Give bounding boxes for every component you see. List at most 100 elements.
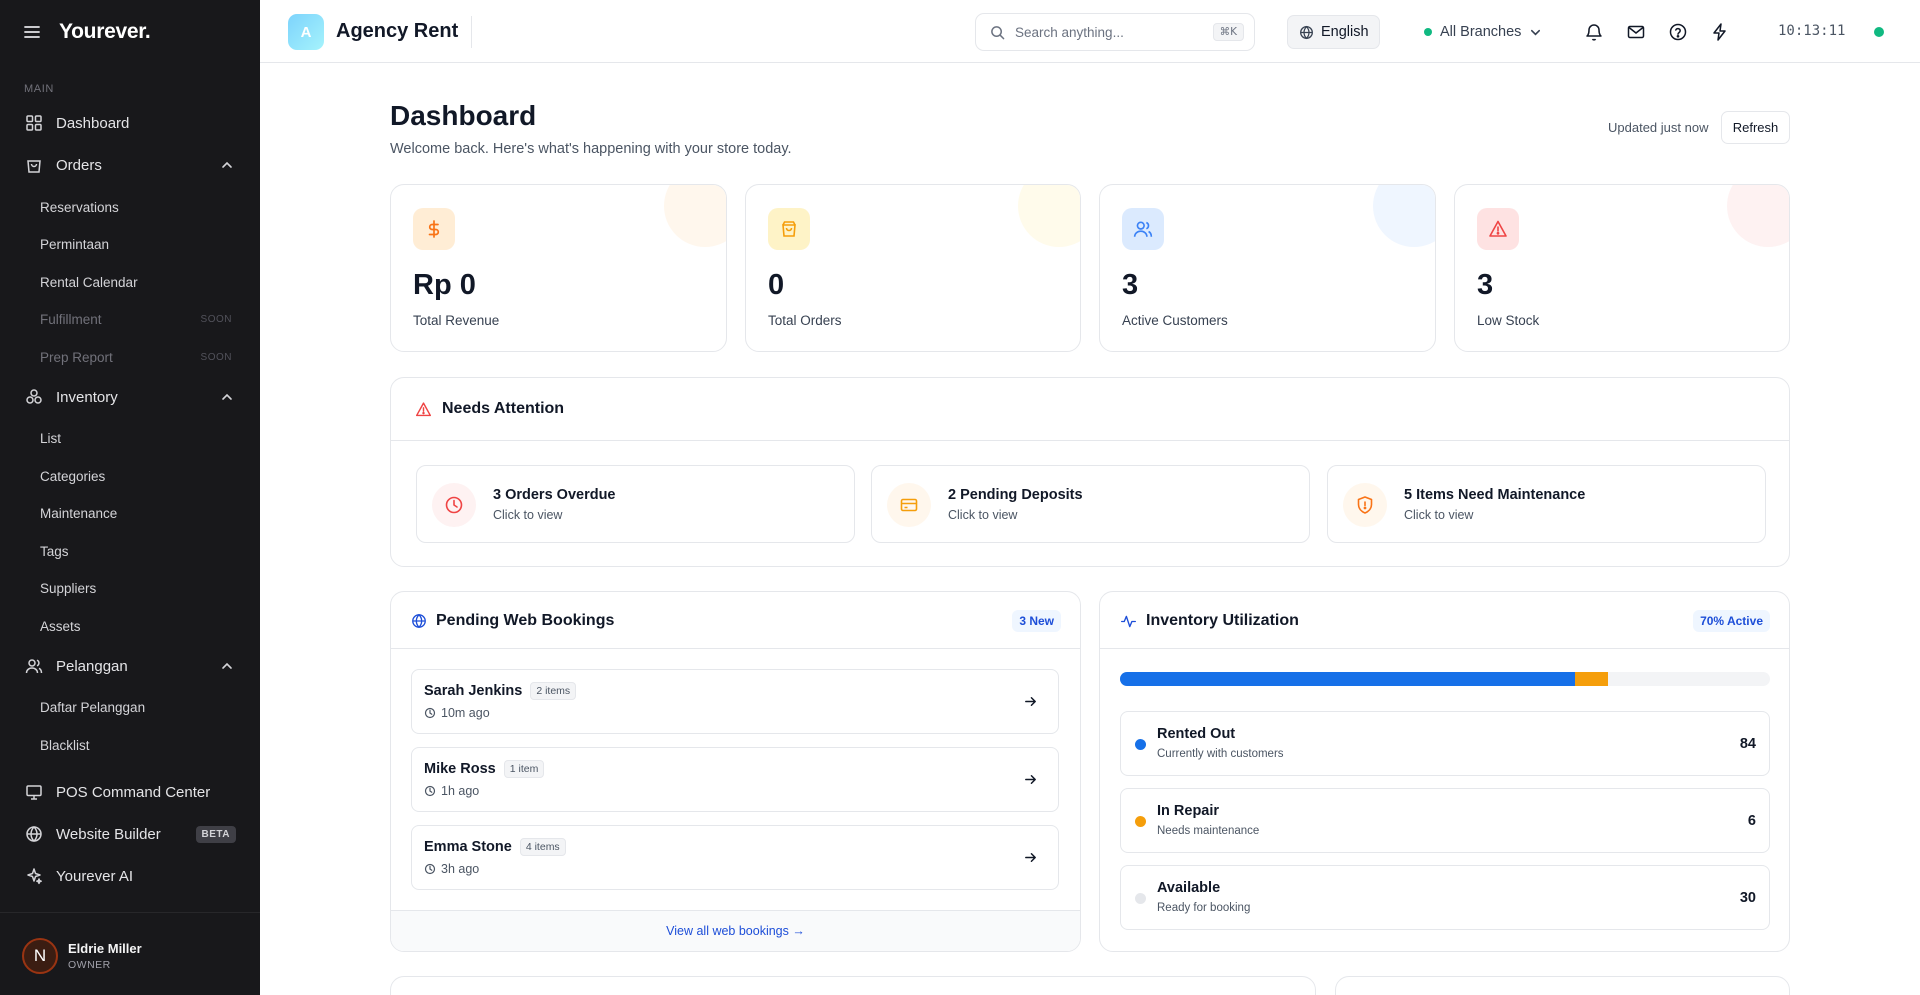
sidebar-item-label: Website Builder — [56, 825, 161, 843]
sidebar-item-label: Fulfillment — [40, 311, 102, 327]
utilization-subtitle: Needs maintenance — [1157, 825, 1260, 837]
stat-card-revenue[interactable]: Rp 0 Total Revenue — [390, 184, 727, 352]
utilization-value: 6 — [1747, 813, 1756, 829]
clock-display: 10:13:11 — [1778, 23, 1846, 39]
stat-value: 3 — [1122, 269, 1139, 301]
users-icon — [1133, 221, 1153, 237]
status-dot — [1135, 893, 1146, 904]
search-input[interactable]: Search anything... ⌘K — [975, 13, 1255, 51]
booking-name: Emma Stone — [424, 839, 512, 855]
clock-icon — [445, 496, 463, 514]
branch-label: All Branches — [1440, 24, 1522, 40]
branch-status-dot — [1424, 28, 1432, 36]
attention-icon-box — [887, 483, 931, 527]
sidebar-item-ai[interactable]: Yourever AI — [0, 858, 260, 894]
sidebar-item-label: Orders — [56, 156, 102, 174]
bottom-panel-right — [1335, 976, 1790, 995]
menu-icon[interactable] — [23, 23, 41, 41]
help-icon[interactable] — [1668, 22, 1688, 42]
arrow-right-icon[interactable] — [1023, 694, 1038, 709]
brand-logo[interactable]: Yourever. — [59, 20, 151, 44]
stat-icon-box — [1477, 208, 1519, 250]
search-placeholder: Search anything... — [1015, 24, 1124, 40]
stat-value: 0 — [768, 269, 785, 301]
stat-card-customers[interactable]: 3 Active Customers — [1099, 184, 1436, 352]
users-icon — [25, 659, 43, 674]
credit-card-icon — [900, 498, 918, 512]
sidebar-item-tags[interactable]: Tags — [0, 535, 260, 567]
stat-card-orders[interactable]: 0 Total Orders — [745, 184, 1081, 352]
bell-icon[interactable] — [1584, 22, 1604, 42]
sidebar-item-reservations[interactable]: Reservations — [0, 191, 260, 223]
utilization-title: In Repair — [1157, 803, 1220, 819]
app-name[interactable]: Agency Rent — [336, 20, 458, 43]
sidebar-item-website-builder[interactable]: Website Builder BETA — [0, 816, 260, 852]
arrow-right-icon[interactable] — [1023, 850, 1038, 865]
sidebar-item-permintaan[interactable]: Permintaan — [0, 228, 260, 260]
attention-title: 2 Pending Deposits — [948, 487, 1083, 503]
sidebar-item-blacklist[interactable]: Blacklist — [0, 729, 260, 761]
monitor-icon — [26, 785, 42, 800]
branch-selector[interactable]: All Branches — [1424, 15, 1542, 49]
utilization-row-available[interactable]: Available Ready for booking 30 — [1120, 865, 1770, 930]
globe-icon — [412, 613, 426, 629]
new-count-badge: 3 New — [1012, 610, 1061, 632]
utilization-value: 84 — [1739, 736, 1756, 752]
arrow-right-icon[interactable] — [1023, 772, 1038, 787]
booking-row[interactable]: Sarah Jenkins 2 items 10m ago — [411, 669, 1059, 734]
attention-item-overdue[interactable]: 3 Orders Overdue Click to view — [416, 465, 855, 543]
chevron-up-icon[interactable] — [220, 659, 234, 673]
sidebar-item-label: Prep Report — [40, 349, 113, 365]
sidebar-item-pos[interactable]: POS Command Center — [0, 774, 260, 810]
divider — [471, 16, 472, 48]
globe-icon — [26, 825, 42, 843]
sidebar-item-prep-report[interactable]: Prep Report SOON — [0, 341, 260, 373]
language-selector[interactable]: English — [1287, 15, 1380, 49]
beta-badge: BETA — [195, 825, 236, 843]
sidebar-item-daftar-pelanggan[interactable]: Daftar Pelanggan — [0, 691, 260, 723]
utilization-title: Available — [1157, 880, 1221, 896]
sidebar-item-orders[interactable]: Orders — [0, 147, 260, 183]
utilization-row-rented[interactable]: Rented Out Currently with customers 84 — [1120, 711, 1770, 776]
sidebar-item-list[interactable]: List — [0, 422, 260, 454]
stat-card-low-stock[interactable]: 3 Low Stock — [1454, 184, 1790, 352]
sidebar-item-maintenance[interactable]: Maintenance — [0, 497, 260, 529]
view-all-bookings-link[interactable]: View all web bookings → — [391, 924, 1080, 938]
sidebar: Yourever. MAIN Dashboard Orders Reservat… — [0, 0, 260, 995]
booking-time: 10m ago — [441, 706, 490, 720]
language-label: English — [1321, 24, 1369, 40]
sidebar-item-pelanggan[interactable]: Pelanggan — [0, 648, 260, 684]
sidebar-item-categories[interactable]: Categories — [0, 460, 260, 492]
sidebar-item-dashboard[interactable]: Dashboard — [0, 105, 260, 141]
sidebar-item-assets[interactable]: Assets — [0, 610, 260, 642]
mail-icon[interactable] — [1626, 22, 1646, 42]
attention-item-deposits[interactable]: 2 Pending Deposits Click to view — [871, 465, 1310, 543]
page-subtitle: Welcome back. Here's what's happening wi… — [390, 141, 792, 157]
decorative-blob — [664, 185, 726, 247]
grid-icon — [26, 115, 42, 131]
soon-badge: SOON — [200, 351, 232, 363]
booking-row[interactable]: Mike Ross 1 item 1h ago — [411, 747, 1059, 812]
activity-icon — [1121, 615, 1136, 627]
chevron-up-icon[interactable] — [220, 390, 234, 404]
app-badge[interactable]: A — [288, 14, 324, 50]
sidebar-item-inventory[interactable]: Inventory — [0, 379, 260, 415]
sidebar-item-rental-calendar[interactable]: Rental Calendar — [0, 266, 260, 298]
attention-subtitle: Click to view — [493, 508, 563, 522]
stat-icon-box — [768, 208, 810, 250]
refresh-button[interactable]: Refresh — [1721, 111, 1790, 144]
booking-row[interactable]: Emma Stone 4 items 3h ago — [411, 825, 1059, 890]
stat-label: Total Revenue — [413, 313, 500, 328]
user-name: Eldrie Miller — [68, 941, 142, 956]
lightning-icon[interactable] — [1710, 22, 1730, 42]
sidebar-item-label: POS Command Center — [56, 783, 211, 801]
boxes-icon — [26, 389, 42, 404]
user-profile[interactable]: N Eldrie Miller OWNER — [22, 938, 142, 974]
sidebar-item-fulfillment[interactable]: Fulfillment SOON — [0, 303, 260, 335]
attention-item-maintenance[interactable]: 5 Items Need Maintenance Click to view — [1327, 465, 1766, 543]
sidebar-item-label: Yourever AI — [56, 867, 133, 885]
utilization-row-repair[interactable]: In Repair Needs maintenance 6 — [1120, 788, 1770, 853]
sidebar-item-suppliers[interactable]: Suppliers — [0, 572, 260, 604]
chevron-up-icon[interactable] — [220, 158, 234, 172]
panel-title: Inventory Utilization — [1120, 612, 1299, 630]
